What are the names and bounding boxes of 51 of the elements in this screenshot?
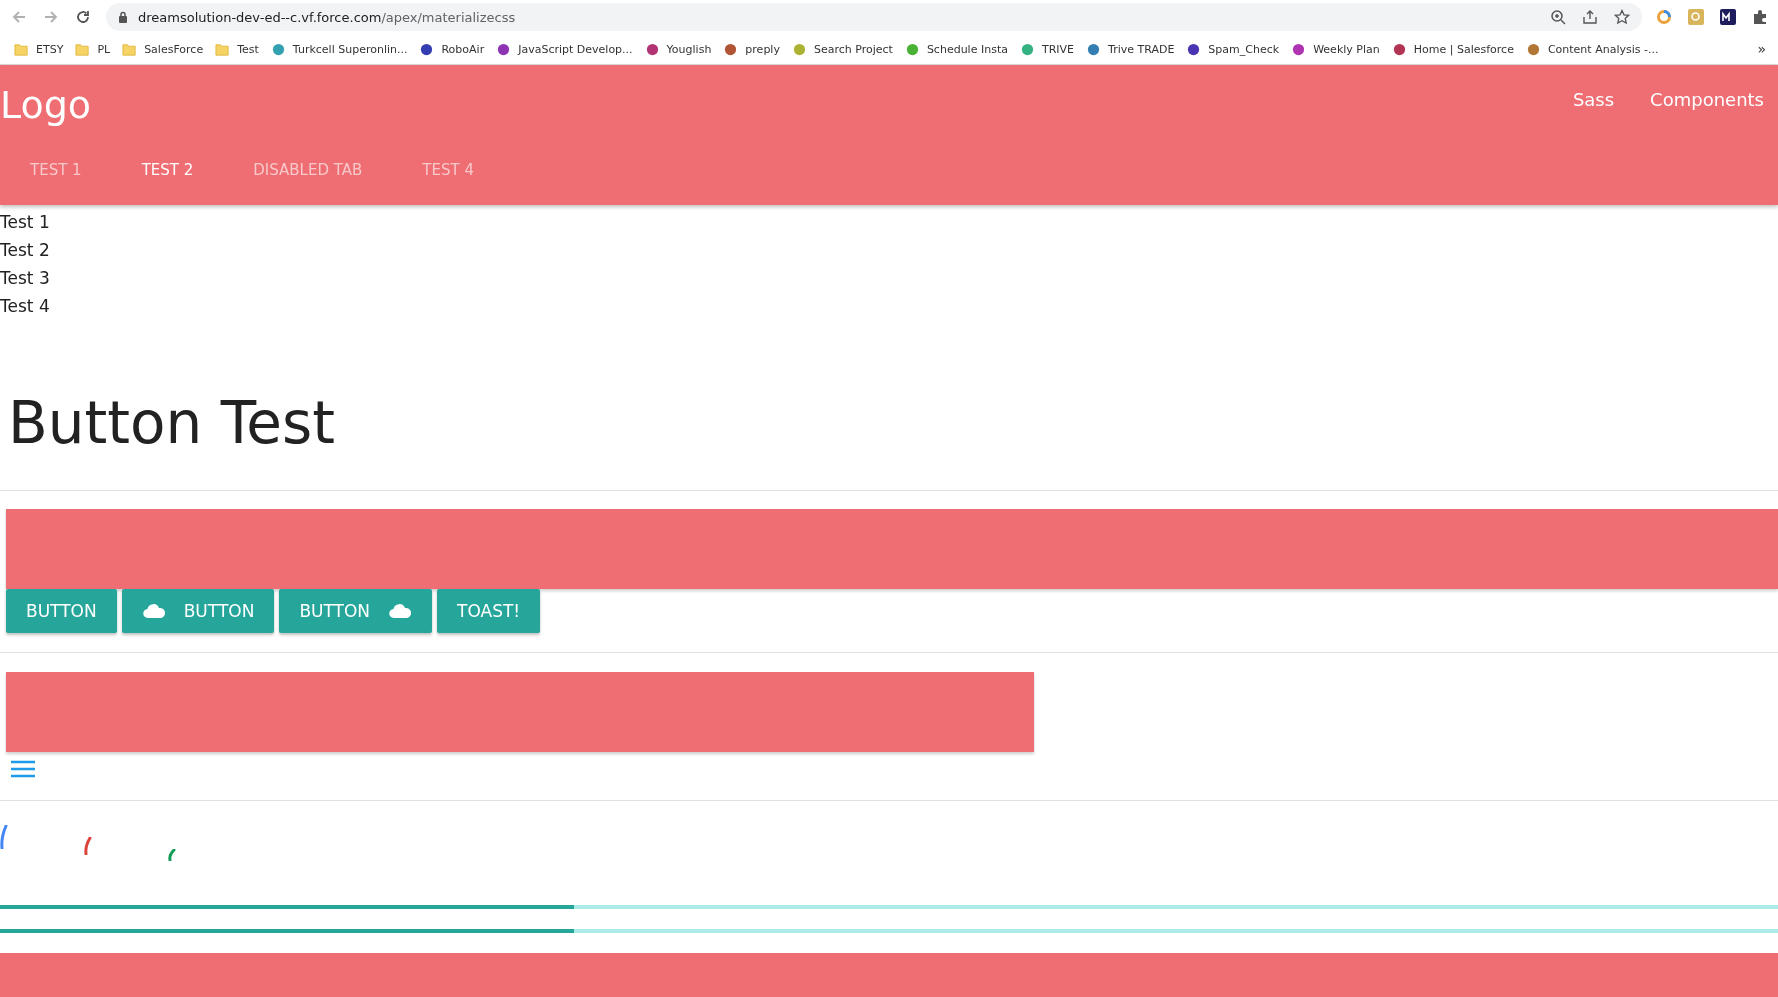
bookmark[interactable]: Weekly Plan	[1285, 41, 1386, 57]
page-heading: Button Test	[8, 392, 336, 456]
list-item: Test 1	[0, 211, 51, 234]
site-icon	[1525, 41, 1541, 57]
site-icon	[419, 41, 435, 57]
bookmark[interactable]: RoboAir	[413, 41, 491, 57]
folder-icon	[14, 41, 29, 57]
share-icon[interactable]	[1582, 9, 1598, 25]
bookmark[interactable]: Spam_Check	[1180, 41, 1286, 57]
address-bar[interactable]: dreamsolution-dev-ed--c.vf.force.com/apex/materializecss	[106, 3, 1642, 31]
bookmark[interactable]: Search Project	[785, 41, 899, 57]
bookmark[interactable]: Youglish	[638, 41, 718, 57]
puzzle-icon[interactable]	[1752, 9, 1768, 25]
site-icon	[1019, 41, 1035, 57]
folder-icon	[75, 41, 91, 57]
star-icon[interactable]	[1614, 9, 1630, 25]
site-icon	[496, 41, 512, 57]
url-text: dreamsolution-dev-ed--c.vf.force.com/apex/materializecss	[138, 9, 517, 25]
bookmark[interactable]: SalesForce	[116, 41, 210, 57]
folder-icon	[215, 41, 231, 57]
bookmark[interactable]: TRIVE	[1013, 41, 1081, 57]
bookmark[interactable]: Turkcell Superonlin...	[264, 41, 414, 57]
more-bookmarks-button[interactable]: »	[1753, 41, 1770, 57]
zoom-icon[interactable]	[1550, 9, 1566, 25]
site-icon	[904, 41, 920, 57]
bookmark[interactable]: preply	[717, 41, 786, 57]
menu-icon[interactable]	[11, 759, 35, 778]
lock-icon	[118, 11, 128, 23]
site-icon	[723, 41, 739, 57]
bookmark[interactable]: Schedule Insta	[898, 41, 1014, 57]
site-icon	[1391, 41, 1407, 57]
bookmark[interactable]: ETSY	[8, 41, 70, 57]
site-icon	[1186, 41, 1202, 57]
bookmark[interactable]: JavaScript Develop...	[490, 41, 639, 57]
letter-m-icon[interactable]	[1720, 9, 1736, 25]
list-item: Test 2	[0, 239, 51, 262]
reload-icon[interactable]	[74, 8, 92, 26]
site-icon	[270, 41, 286, 57]
folder-icon	[122, 41, 138, 57]
bookmark[interactable]: Home | Salesforce	[1385, 41, 1520, 57]
ring-icon[interactable]	[1656, 9, 1672, 25]
list-item: Test 4	[0, 295, 51, 318]
site-icon	[1086, 41, 1102, 57]
bookmark[interactable]: Content Analysis -...	[1519, 41, 1665, 57]
site-icon	[1291, 41, 1307, 57]
site-icon	[644, 41, 660, 57]
site-icon	[791, 41, 807, 57]
list-item: Test 3	[0, 267, 51, 290]
bookmark[interactable]: Trive TRADE	[1080, 41, 1181, 57]
bookmark[interactable]: Test	[209, 41, 265, 57]
bookmark[interactable]: PL	[69, 41, 117, 57]
